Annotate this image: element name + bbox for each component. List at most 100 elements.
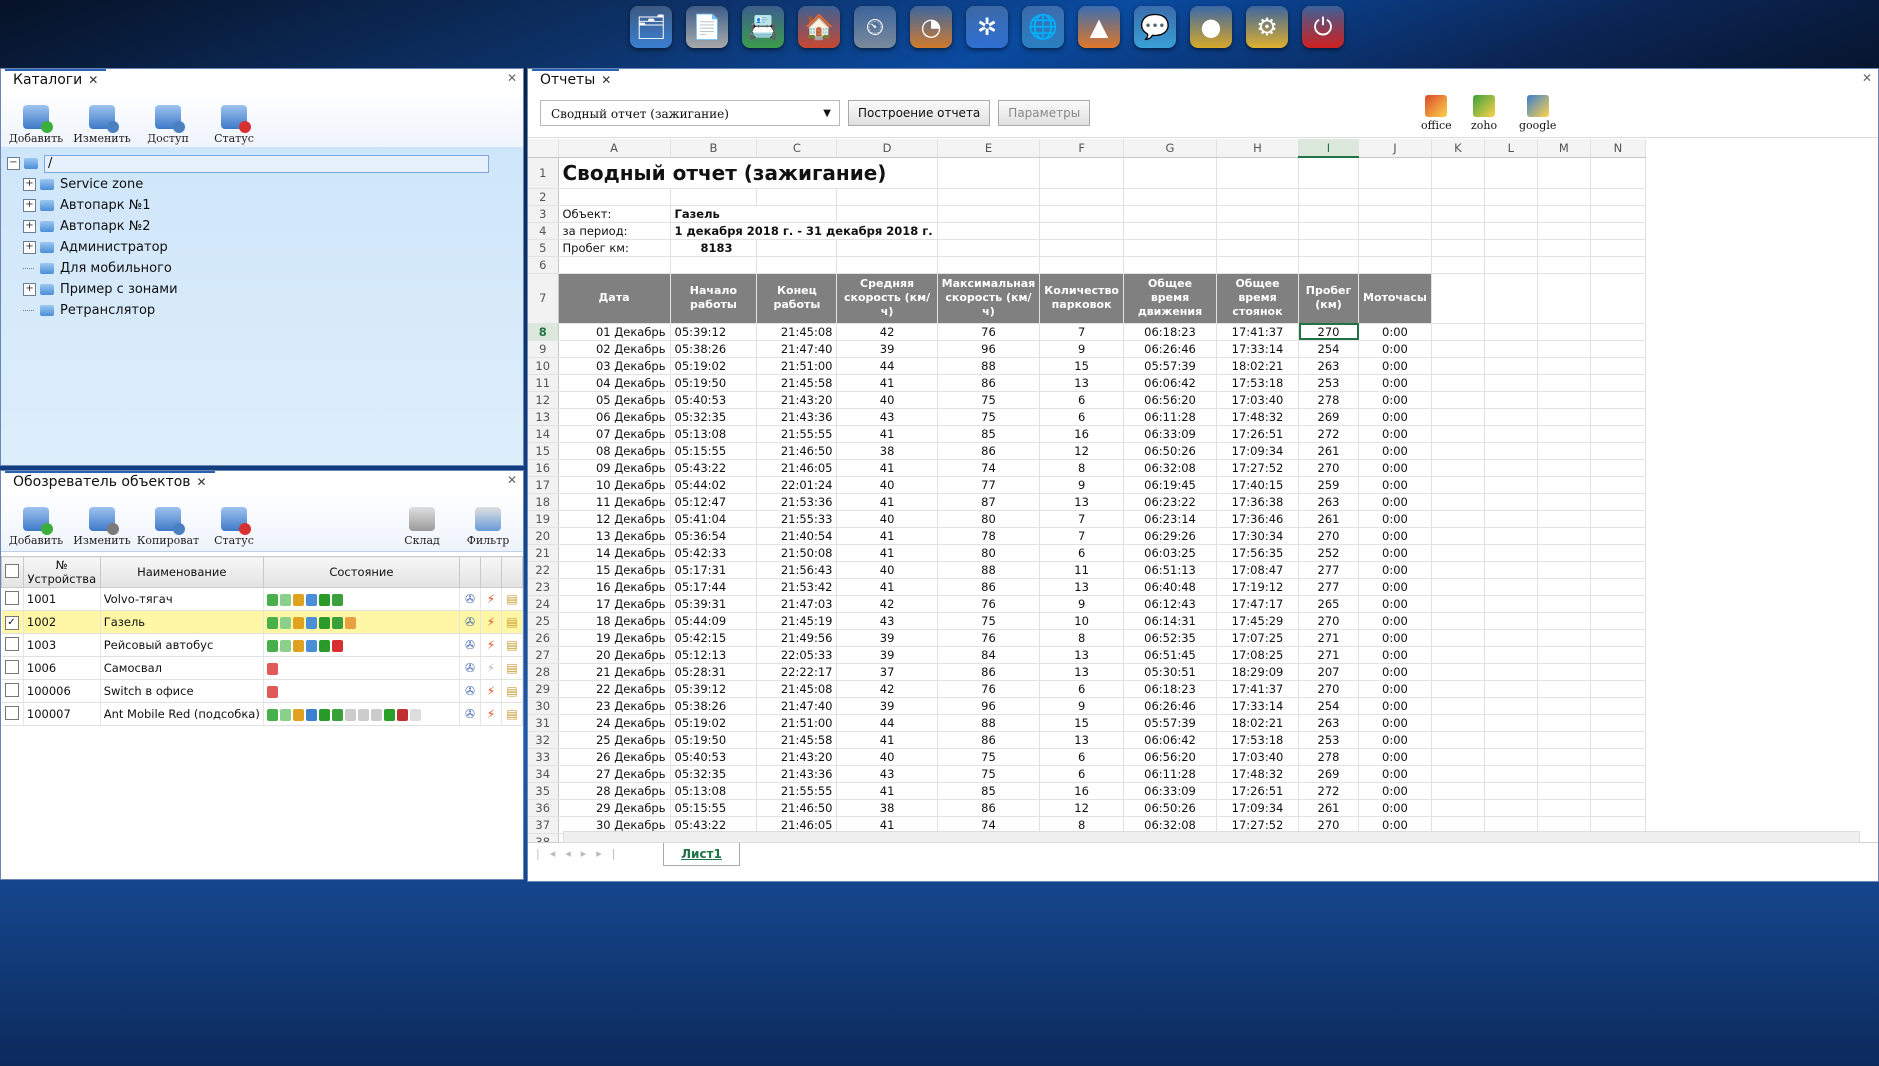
data-cell[interactable]: 41 xyxy=(836,374,938,392)
data-cell[interactable]: 263 xyxy=(1298,714,1359,732)
data-cell[interactable]: 272 xyxy=(1298,425,1359,443)
data-cell[interactable]: 25 Декабрь xyxy=(558,731,671,749)
empty-cell[interactable] xyxy=(1590,459,1646,477)
data-cell[interactable]: 17:26:51 xyxy=(1216,425,1299,443)
expand-icon[interactable]: + xyxy=(23,220,36,233)
data-cell[interactable]: 278 xyxy=(1298,748,1359,766)
data-cell[interactable]: 21:56:43 xyxy=(756,561,838,579)
close-icon[interactable]: ✕ xyxy=(197,475,207,489)
empty-cell[interactable] xyxy=(937,157,1041,189)
data-cell[interactable]: 21:55:33 xyxy=(756,510,838,528)
data-cell[interactable]: 05:43:22 xyxy=(670,459,758,477)
action-cell[interactable]: ⚡ xyxy=(480,679,502,703)
empty-cell[interactable] xyxy=(1537,459,1591,477)
action-cell[interactable]: ▤ xyxy=(501,702,524,726)
data-cell[interactable]: 17:09:34 xyxy=(1216,799,1299,817)
empty-cell[interactable] xyxy=(1431,476,1485,494)
column-header[interactable]: M xyxy=(1537,139,1591,158)
empty-cell[interactable] xyxy=(1123,222,1217,240)
row-header[interactable]: 33 xyxy=(528,748,559,766)
empty-cell[interactable] xyxy=(1484,578,1538,596)
data-cell[interactable]: 06:03:25 xyxy=(1123,544,1217,562)
data-cell[interactable]: 20 Декабрь xyxy=(558,646,671,664)
action-cell[interactable]: ▤ xyxy=(501,610,524,634)
data-cell[interactable]: 40 xyxy=(836,391,938,409)
object-row[interactable]: ✓ 1002 Газель ✇ ⚡ ▤ xyxy=(1,610,524,634)
data-cell[interactable]: 17:30:34 xyxy=(1216,527,1299,545)
data-cell[interactable]: 17:27:52 xyxy=(1216,459,1299,477)
column-header[interactable]: H xyxy=(1216,139,1299,158)
empty-cell[interactable] xyxy=(1298,188,1359,206)
empty-cell[interactable] xyxy=(1431,273,1485,324)
data-cell[interactable]: 06:19:45 xyxy=(1123,476,1217,494)
data-cell[interactable]: 17:26:51 xyxy=(1216,782,1299,800)
table-header[interactable]: Количество парковок xyxy=(1039,273,1124,324)
data-cell[interactable]: 39 xyxy=(836,646,938,664)
close-icon[interactable]: ✕ xyxy=(601,73,611,87)
data-cell[interactable]: 05:15:55 xyxy=(670,442,758,460)
table-header[interactable]: Общее время движения xyxy=(1123,273,1217,324)
data-cell[interactable]: 44 xyxy=(836,714,938,732)
empty-cell[interactable] xyxy=(1537,510,1591,528)
data-cell[interactable]: 88 xyxy=(937,357,1041,375)
empty-cell[interactable] xyxy=(1484,527,1538,545)
export-google-button[interactable]: google xyxy=(1519,95,1556,132)
data-cell[interactable]: 84 xyxy=(937,646,1041,664)
row-header[interactable]: 34 xyxy=(528,765,559,783)
chat-icon[interactable]: 💬 xyxy=(1134,6,1176,48)
toolbar-edit-button[interactable]: Изменить xyxy=(73,507,131,547)
empty-cell[interactable] xyxy=(1590,782,1646,800)
empty-cell[interactable] xyxy=(1537,561,1591,579)
data-cell[interactable]: 21:53:42 xyxy=(756,578,838,596)
row-header[interactable]: 4 xyxy=(528,222,559,240)
house-car-icon[interactable]: 🏠 xyxy=(798,6,840,48)
data-cell[interactable]: 08 Декабрь xyxy=(558,442,671,460)
object-value[interactable]: Газель xyxy=(670,205,838,223)
data-cell[interactable]: 05:19:50 xyxy=(670,731,758,749)
empty-cell[interactable] xyxy=(1431,239,1485,257)
satellite-icon[interactable]: ✇ xyxy=(463,661,477,675)
data-cell[interactable]: 41 xyxy=(836,544,938,562)
empty-cell[interactable] xyxy=(1537,629,1591,647)
data-cell[interactable]: 6 xyxy=(1039,680,1124,698)
lightning-icon[interactable]: ⚡ xyxy=(484,707,498,721)
data-cell[interactable]: 10 xyxy=(1039,612,1124,630)
data-cell[interactable]: 43 xyxy=(836,612,938,630)
data-cell[interactable]: 13 xyxy=(1039,493,1124,511)
data-cell[interactable]: 27 Декабрь xyxy=(558,765,671,783)
data-cell[interactable]: 06:51:13 xyxy=(1123,561,1217,579)
data-cell[interactable]: 86 xyxy=(937,578,1041,596)
row-header[interactable]: 12 xyxy=(528,391,559,409)
card-icon[interactable]: ▤ xyxy=(505,615,519,629)
data-cell[interactable]: 96 xyxy=(937,697,1041,715)
row-select-cell[interactable] xyxy=(1,679,24,703)
tree-item[interactable]: Ретранслятор xyxy=(1,300,523,321)
card-icon[interactable]: ▤ xyxy=(505,592,519,606)
empty-cell[interactable] xyxy=(1298,157,1359,189)
empty-cell[interactable] xyxy=(1431,748,1485,766)
data-cell[interactable]: 270 xyxy=(1298,527,1359,545)
empty-cell[interactable] xyxy=(1484,731,1538,749)
data-cell[interactable]: 42 xyxy=(836,680,938,698)
empty-cell[interactable] xyxy=(1537,765,1591,783)
row-select-cell[interactable] xyxy=(1,633,24,657)
row-checkbox[interactable]: ✓ xyxy=(4,616,19,630)
data-cell[interactable]: 0:00 xyxy=(1358,663,1432,681)
empty-cell[interactable] xyxy=(1484,476,1538,494)
data-cell[interactable]: 265 xyxy=(1298,595,1359,613)
data-cell[interactable]: 05:15:55 xyxy=(670,799,758,817)
empty-cell[interactable] xyxy=(1431,493,1485,511)
data-cell[interactable]: 21:45:19 xyxy=(756,612,838,630)
empty-cell[interactable] xyxy=(1431,578,1485,596)
empty-cell[interactable] xyxy=(1537,646,1591,664)
data-cell[interactable]: 06 Декабрь xyxy=(558,408,671,426)
empty-cell[interactable] xyxy=(1431,527,1485,545)
expand-icon[interactable]: + xyxy=(23,178,36,191)
data-cell[interactable]: 21:51:00 xyxy=(756,714,838,732)
data-cell[interactable]: 37 xyxy=(836,663,938,681)
object-row[interactable]: 1003 Рейсовый автобус ✇ ⚡ ▤ xyxy=(1,633,524,657)
data-cell[interactable]: 80 xyxy=(937,544,1041,562)
row-header[interactable]: 36 xyxy=(528,799,559,817)
data-cell[interactable]: 85 xyxy=(937,425,1041,443)
empty-cell[interactable] xyxy=(1484,629,1538,647)
